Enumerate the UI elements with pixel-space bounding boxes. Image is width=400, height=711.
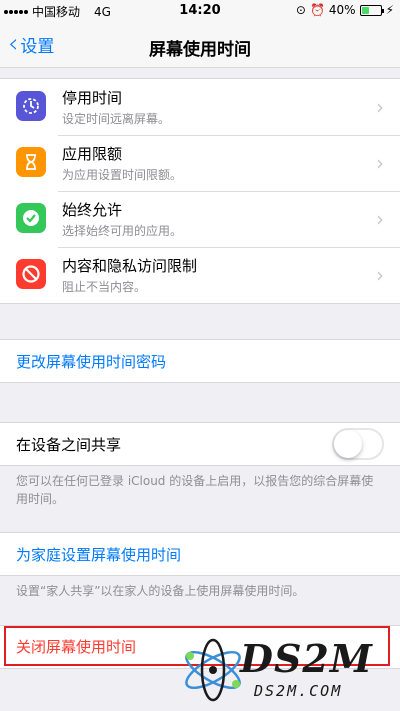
share-group: 在设备之间共享 — [0, 422, 400, 466]
family-footnote: 设置“家人共享”以在家人的设备上使用屏幕使用时间。 — [16, 584, 305, 598]
checkmark-badge-icon — [16, 203, 46, 233]
chevron-right-icon: › — [376, 207, 384, 231]
status-bar: 中国移动 4G 14:20 ⊙ ⏰ 40% ⚡ — [0, 0, 400, 22]
menu-item-downtime[interactable]: 停用时间 设定时间远离屏幕。 › — [0, 79, 400, 135]
family-setup-label: 为家庭设置屏幕使用时间 — [16, 546, 182, 564]
chevron-right-icon: › — [376, 263, 384, 287]
menu-item-title: 内容和隐私访问限制 — [62, 257, 198, 275]
alarm-icon: ⏰ — [309, 3, 325, 17]
menu-item-always-allowed[interactable]: 始终允许 选择始终可用的应用。 › — [0, 191, 400, 247]
family-setup-button[interactable]: 为家庭设置屏幕使用时间 — [0, 533, 400, 575]
menu-item-subtitle: 为应用设置时间限额。 — [62, 168, 183, 182]
chevron-right-icon: › — [376, 95, 384, 119]
watermark-brand: DS2M — [240, 636, 373, 681]
share-across-devices-toggle[interactable] — [332, 428, 384, 460]
restriction-icon — [16, 259, 46, 289]
share-across-devices-row: 在设备之间共享 — [0, 423, 400, 465]
hourglass-icon — [16, 147, 46, 177]
menu-item-app-limits[interactable]: 应用限额 为应用设置时间限额。 › — [0, 135, 400, 191]
menu-item-subtitle: 设定时间远离屏幕。 — [62, 112, 171, 126]
battery-icon — [359, 4, 384, 16]
menu-item-title: 应用限额 — [62, 145, 123, 163]
chevron-right-icon: › — [376, 151, 384, 175]
charging-icon: ⚡ — [385, 3, 394, 17]
menu-item-title: 停用时间 — [62, 89, 123, 107]
family-group: 为家庭设置屏幕使用时间 — [0, 532, 400, 576]
passcode-group: 更改屏幕使用时间密码 — [0, 339, 400, 383]
share-across-devices-label: 在设备之间共享 — [16, 436, 122, 454]
status-right: ⊙ ⏰ 40% ⚡ — [296, 3, 394, 17]
orientation-lock-icon: ⊙ — [295, 3, 306, 17]
battery-percent: 40% — [328, 3, 356, 17]
atom-logo-icon — [185, 638, 241, 702]
toggle-knob — [334, 430, 362, 458]
page-title: 屏幕使用时间 — [149, 40, 251, 60]
menu-item-subtitle: 选择始终可用的应用。 — [62, 224, 183, 238]
downtime-icon — [16, 91, 46, 121]
change-passcode-label: 更改屏幕使用时间密码 — [16, 353, 167, 371]
screen-time-menu: 停用时间 设定时间远离屏幕。 › 应用限额 为应用设置时间限额。 › 始终允许 … — [0, 78, 400, 304]
change-passcode-button[interactable]: 更改屏幕使用时间密码 — [0, 340, 400, 382]
watermark-site: DS2M.COM — [254, 682, 343, 700]
menu-item-subtitle: 阻止不当内容。 — [62, 280, 147, 294]
menu-item-content-privacy[interactable]: 内容和隐私访问限制 阻止不当内容。 › — [0, 247, 400, 303]
share-footnote: 您可以在任何已登录 iCloud 的设备上启用，以报告您的综合屏幕使用时间。 — [16, 474, 374, 506]
navigation-bar: ‹ 设置 屏幕使用时间 — [0, 22, 400, 68]
menu-item-title: 始终允许 — [62, 201, 123, 219]
watermark-logo: DS2M DS2M.COM — [178, 628, 400, 711]
